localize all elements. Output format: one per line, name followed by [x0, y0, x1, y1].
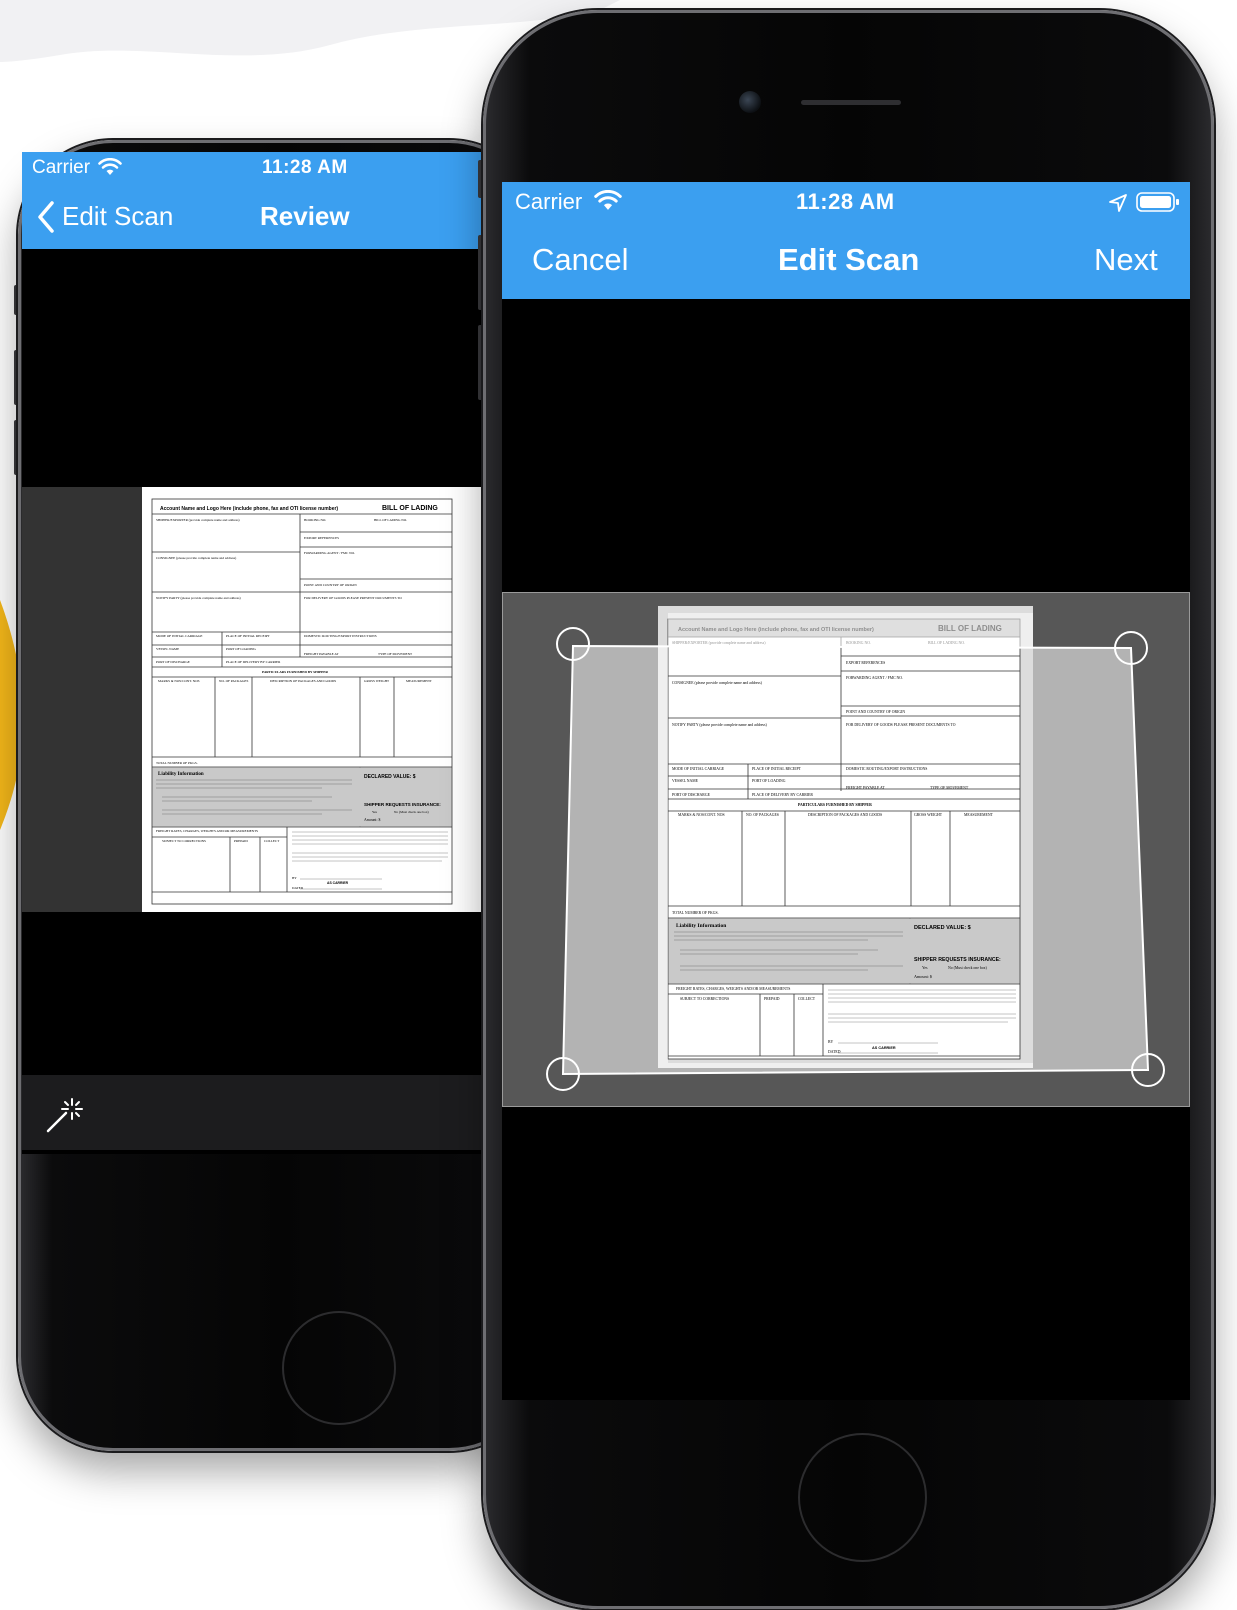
svg-text:EXPORT REFERENCES: EXPORT REFERENCES [304, 536, 339, 540]
svg-text:DECLARED VALUE: $: DECLARED VALUE: $ [364, 774, 416, 780]
svg-text:FREIGHT RATES, CHARGES, WEIGHT: FREIGHT RATES, CHARGES, WEIGHTS AND/OR M… [156, 829, 258, 834]
svg-text:FREIGHT PAYABLE AT: FREIGHT PAYABLE AT [304, 652, 339, 656]
svg-text:MODE OF INITIAL CARRIAGE: MODE OF INITIAL CARRIAGE [156, 634, 203, 638]
svg-text:TOTAL NUMBER OF PKGS.: TOTAL NUMBER OF PKGS. [156, 761, 198, 765]
svg-text:BILL OF LADING NO.: BILL OF LADING NO. [374, 518, 407, 522]
svg-text:NO. OF PACKAGES: NO. OF PACKAGES [219, 679, 248, 683]
status-time: 11:28 AM [262, 157, 348, 178]
svg-text:Liability Information: Liability Information [158, 772, 204, 777]
svg-text:MEASUREMENT: MEASUREMENT [406, 679, 433, 683]
svg-text:Yes: Yes [372, 810, 378, 814]
svg-text:AS CARRIER: AS CARRIER [327, 881, 349, 885]
battery-icon [1136, 192, 1179, 212]
svg-text:Amount: $: Amount: $ [364, 818, 380, 822]
svg-text:PORT OF LOADING: PORT OF LOADING [226, 647, 256, 651]
home-button[interactable] [282, 1311, 396, 1425]
svg-text:COLLECT: COLLECT [264, 839, 280, 843]
cancel-button[interactable]: Cancel [532, 242, 629, 278]
svg-text:MARKS & NOS/CONT. NOS: MARKS & NOS/CONT. NOS [158, 679, 200, 683]
crop-overlay [546, 613, 1165, 1091]
svg-text:SUBJECT TO CORRECTIONS: SUBJECT TO CORRECTIONS [162, 839, 206, 843]
svg-text:POINT AND COUNTRY OF ORIGIN: POINT AND COUNTRY OF ORIGIN [304, 583, 357, 587]
svg-text:DATED: DATED [292, 886, 304, 890]
bottom-toolbar [22, 1075, 492, 1150]
nav-title: Edit Scan [778, 242, 920, 277]
svg-text:No (Must check one box): No (Must check one box) [394, 810, 429, 814]
status-bar: Carrier 11:28 AM [22, 152, 492, 187]
svg-text:SHIPPER REQUESTS INSURANCE:: SHIPPER REQUESTS INSURANCE: [364, 802, 441, 807]
front-camera [739, 91, 761, 113]
svg-text:BILL OF LADING: BILL OF LADING [382, 505, 438, 512]
carrier-label: Carrier [32, 157, 91, 178]
svg-text:CONSIGNEE (please provide comp: CONSIGNEE (please provide complete name … [156, 556, 236, 560]
home-button[interactable] [798, 1433, 927, 1562]
nav-title: Review [260, 201, 350, 231]
back-chevron-icon[interactable] [36, 200, 56, 234]
svg-text:GROSS WEIGHT: GROSS WEIGHT [364, 679, 390, 683]
svg-text:NOTIFY PARTY (please provide c: NOTIFY PARTY (please provide complete na… [156, 596, 241, 600]
carrier-label: Carrier [515, 189, 583, 214]
wifi-icon [594, 190, 622, 210]
review-screen: Carrier 11:28 AM Edit Scan Review Accoun… [22, 152, 492, 1154]
svg-text:PLACE OF DELIVERY BY CARRIER: PLACE OF DELIVERY BY CARRIER [226, 660, 281, 664]
back-button[interactable]: Edit Scan [62, 201, 173, 232]
document-page: Account Name and Logo Here (include phon… [142, 487, 492, 912]
svg-text:PREPAID: PREPAID [234, 839, 248, 843]
svg-text:Account Name and Logo Here (in: Account Name and Logo Here (include phon… [160, 506, 338, 512]
wifi-icon [98, 158, 122, 175]
svg-text:DESCRIPTION OF PACKAGES AND GO: DESCRIPTION OF PACKAGES AND GOODS [270, 679, 336, 683]
bill-of-lading-document: Account Name and Logo Here (include phon… [151, 498, 453, 905]
svg-text:DOMESTIC ROUTING/EXPORT INSTRU: DOMESTIC ROUTING/EXPORT INSTRUCTIONS [304, 634, 377, 638]
svg-text:PORT OF DISCHARGE: PORT OF DISCHARGE [156, 660, 190, 664]
navigation-bar: Cancel Edit Scan Next [502, 234, 1190, 294]
svg-text:PARTICULARS FURNISHED BY SHIPP: PARTICULARS FURNISHED BY SHIPPER [262, 670, 328, 674]
crop-editor-area: Account Name and Logo Here (include phon… [502, 592, 1190, 1107]
svg-text:FOR DELIVERY OF GOODS PLEASE P: FOR DELIVERY OF GOODS PLEASE PRESENT DOC… [304, 596, 402, 600]
earpiece-speaker [801, 100, 901, 105]
svg-text:SHIPPER/EXPORTER (provide comp: SHIPPER/EXPORTER (provide complete name … [156, 518, 240, 522]
svg-text:FORWARDING AGENT / FMC NO.: FORWARDING AGENT / FMC NO. [304, 551, 355, 555]
svg-text:BOOKING NO.: BOOKING NO. [304, 518, 326, 522]
svg-text:VESSEL NAME: VESSEL NAME [156, 647, 179, 651]
location-arrow-icon [1109, 194, 1127, 212]
edit-scan-screen: Carrier 11:28 AM Cancel Edit Scan Next C… [502, 182, 1190, 1400]
magic-wand-icon[interactable] [44, 1095, 84, 1135]
next-button[interactable]: Next [1094, 242, 1158, 278]
navigation-bar: Edit Scan Review [22, 194, 492, 242]
document-preview-area: Account Name and Logo Here (include phon… [22, 487, 492, 912]
status-bar: Carrier 11:28 AM [502, 182, 1190, 224]
svg-text:TYPE OF MOVEMENT: TYPE OF MOVEMENT [378, 652, 413, 656]
svg-text:BY: BY [292, 876, 297, 880]
status-time: 11:28 AM [796, 189, 895, 214]
svg-text:PLACE OF INITIAL RECEIPT: PLACE OF INITIAL RECEIPT [226, 634, 271, 638]
